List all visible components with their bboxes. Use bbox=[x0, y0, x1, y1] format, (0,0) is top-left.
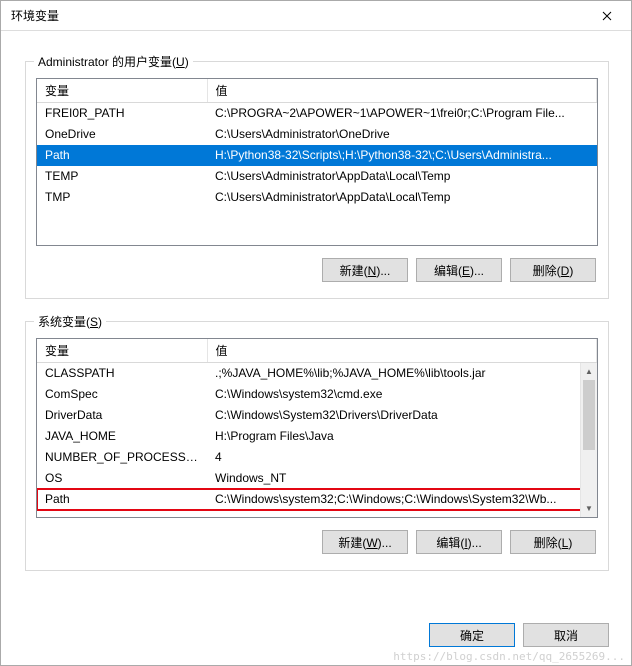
btn-key: W bbox=[366, 536, 377, 550]
close-icon bbox=[602, 11, 612, 21]
cell-var-name: TEMP bbox=[37, 166, 207, 187]
btn-label-pre: 新建( bbox=[338, 536, 366, 550]
scroll-thumb[interactable] bbox=[583, 380, 595, 450]
btn-label-post: ) bbox=[569, 264, 573, 278]
user-group-label-suffix: ) bbox=[185, 55, 189, 69]
titlebar: 环境变量 bbox=[1, 1, 631, 31]
cell-var-value: C:\Windows\system32\cmd.exe bbox=[207, 384, 597, 405]
user-variables-group: Administrator 的用户变量(U) 变量 值 FREI0R_PATHC… bbox=[25, 61, 609, 299]
cell-var-name: CLASSPATH bbox=[37, 363, 207, 384]
cell-var-name: TMP bbox=[37, 187, 207, 208]
btn-label-pre: 删除( bbox=[534, 536, 562, 550]
user-variables-table[interactable]: 变量 值 FREI0R_PATHC:\PROGRA~2\APOWER~1\APO… bbox=[37, 79, 597, 208]
table-row[interactable]: ComSpecC:\Windows\system32\cmd.exe bbox=[37, 384, 597, 405]
cell-var-name: NUMBER_OF_PROCESSORS bbox=[37, 447, 207, 468]
cell-var-value: C:\Windows\System32\Drivers\DriverData bbox=[207, 405, 597, 426]
env-variables-dialog: 环境变量 Administrator 的用户变量(U) 变量 值 FREI0R_… bbox=[0, 0, 632, 666]
system-table-container: 变量 值 CLASSPATH.;%JAVA_HOME%\lib;%JAVA_HO… bbox=[36, 338, 598, 518]
table-row[interactable]: OneDriveC:\Users\Administrator\OneDrive bbox=[37, 124, 597, 145]
cell-var-name: DriverData bbox=[37, 405, 207, 426]
cell-var-name: OS bbox=[37, 468, 207, 489]
system-group-label-suffix: ) bbox=[98, 315, 102, 329]
btn-label-post: )... bbox=[468, 536, 482, 550]
scroll-down-icon[interactable]: ▼ bbox=[581, 500, 597, 517]
cell-var-value: .;%JAVA_HOME%\lib;%JAVA_HOME%\lib\tools.… bbox=[207, 363, 597, 384]
cell-var-name: FREI0R_PATH bbox=[37, 103, 207, 124]
cell-var-name: Path bbox=[37, 145, 207, 166]
close-button[interactable] bbox=[587, 2, 627, 30]
dialog-content: Administrator 的用户变量(U) 变量 值 FREI0R_PATHC… bbox=[1, 31, 631, 589]
ok-button[interactable]: 确定 bbox=[429, 623, 515, 647]
table-row[interactable]: PathC:\Windows\system32;C:\Windows;C:\Wi… bbox=[37, 489, 597, 510]
table-row[interactable]: FREI0R_PATHC:\PROGRA~2\APOWER~1\APOWER~1… bbox=[37, 103, 597, 124]
btn-label-pre: 删除( bbox=[533, 264, 561, 278]
user-group-label-key: U bbox=[176, 55, 185, 69]
system-scrollbar[interactable]: ▲ ▼ bbox=[580, 363, 597, 517]
system-edit-button[interactable]: 编辑(I)... bbox=[416, 530, 502, 554]
scroll-up-icon[interactable]: ▲ bbox=[581, 363, 597, 380]
system-group-label: 系统变量(S) bbox=[34, 313, 106, 330]
btn-label-post: )... bbox=[376, 264, 390, 278]
system-group-label-prefix: 系统变量( bbox=[38, 315, 90, 329]
watermark-text: https://blog.csdn.net/qq_2655269... bbox=[393, 650, 625, 663]
cell-var-value: C:\PROGRA~2\APOWER~1\APOWER~1\frei0r;C:\… bbox=[207, 103, 597, 124]
user-header-value[interactable]: 值 bbox=[207, 79, 597, 103]
system-variables-group: 系统变量(S) 变量 值 CLASSPATH.;%JAVA_HOME%\lib;… bbox=[25, 321, 609, 571]
btn-label-pre: 编辑( bbox=[434, 264, 462, 278]
user-header-name[interactable]: 变量 bbox=[37, 79, 207, 103]
table-row[interactable]: NUMBER_OF_PROCESSORS4 bbox=[37, 447, 597, 468]
titlebar-title: 环境变量 bbox=[11, 7, 59, 24]
btn-label-post: )... bbox=[470, 264, 484, 278]
cell-var-value: C:\Users\Administrator\OneDrive bbox=[207, 124, 597, 145]
btn-label-pre: 新建( bbox=[340, 264, 368, 278]
user-button-row: 新建(N)... 编辑(E)... 删除(D) bbox=[36, 258, 596, 282]
cell-var-value: C:\Users\Administrator\AppData\Local\Tem… bbox=[207, 166, 597, 187]
system-new-button[interactable]: 新建(W)... bbox=[322, 530, 408, 554]
system-group-label-key: S bbox=[90, 315, 98, 329]
btn-label-pre: 编辑( bbox=[436, 536, 464, 550]
user-delete-button[interactable]: 删除(D) bbox=[510, 258, 596, 282]
system-button-row: 新建(W)... 编辑(I)... 删除(L) bbox=[36, 530, 596, 554]
user-new-button[interactable]: 新建(N)... bbox=[322, 258, 408, 282]
user-group-label-prefix: Administrator 的用户变量( bbox=[38, 55, 176, 69]
system-header-name[interactable]: 变量 bbox=[37, 339, 207, 363]
cell-var-value: 4 bbox=[207, 447, 597, 468]
btn-label-post: ) bbox=[568, 536, 572, 550]
table-row[interactable]: JAVA_HOMEH:\Program Files\Java bbox=[37, 426, 597, 447]
table-row[interactable]: DriverDataC:\Windows\System32\Drivers\Dr… bbox=[37, 405, 597, 426]
user-group-label: Administrator 的用户变量(U) bbox=[34, 53, 193, 70]
cell-var-name: JAVA_HOME bbox=[37, 426, 207, 447]
cell-var-value: Windows_NT bbox=[207, 468, 597, 489]
table-row[interactable]: CLASSPATH.;%JAVA_HOME%\lib;%JAVA_HOME%\l… bbox=[37, 363, 597, 384]
btn-label-post: )... bbox=[378, 536, 392, 550]
cell-var-name: ComSpec bbox=[37, 384, 207, 405]
table-row[interactable]: TEMPC:\Users\Administrator\AppData\Local… bbox=[37, 166, 597, 187]
cell-var-value: C:\Windows\system32;C:\Windows;C:\Window… bbox=[207, 489, 597, 510]
system-header-value[interactable]: 值 bbox=[207, 339, 597, 363]
cell-var-value: H:\Program Files\Java bbox=[207, 426, 597, 447]
table-row[interactable]: OSWindows_NT bbox=[37, 468, 597, 489]
cell-var-name: Path bbox=[37, 489, 207, 510]
dialog-button-row: 确定 取消 bbox=[429, 623, 609, 647]
system-variables-table[interactable]: 变量 值 CLASSPATH.;%JAVA_HOME%\lib;%JAVA_HO… bbox=[37, 339, 597, 510]
table-row[interactable]: TMPC:\Users\Administrator\AppData\Local\… bbox=[37, 187, 597, 208]
btn-key: E bbox=[462, 264, 470, 278]
cancel-button[interactable]: 取消 bbox=[523, 623, 609, 647]
cell-var-name: OneDrive bbox=[37, 124, 207, 145]
system-delete-button[interactable]: 删除(L) bbox=[510, 530, 596, 554]
cell-var-value: H:\Python38-32\Scripts\;H:\Python38-32\;… bbox=[207, 145, 597, 166]
user-edit-button[interactable]: 编辑(E)... bbox=[416, 258, 502, 282]
user-table-container: 变量 值 FREI0R_PATHC:\PROGRA~2\APOWER~1\APO… bbox=[36, 78, 598, 246]
table-row[interactable]: PathH:\Python38-32\Scripts\;H:\Python38-… bbox=[37, 145, 597, 166]
cell-var-value: C:\Users\Administrator\AppData\Local\Tem… bbox=[207, 187, 597, 208]
